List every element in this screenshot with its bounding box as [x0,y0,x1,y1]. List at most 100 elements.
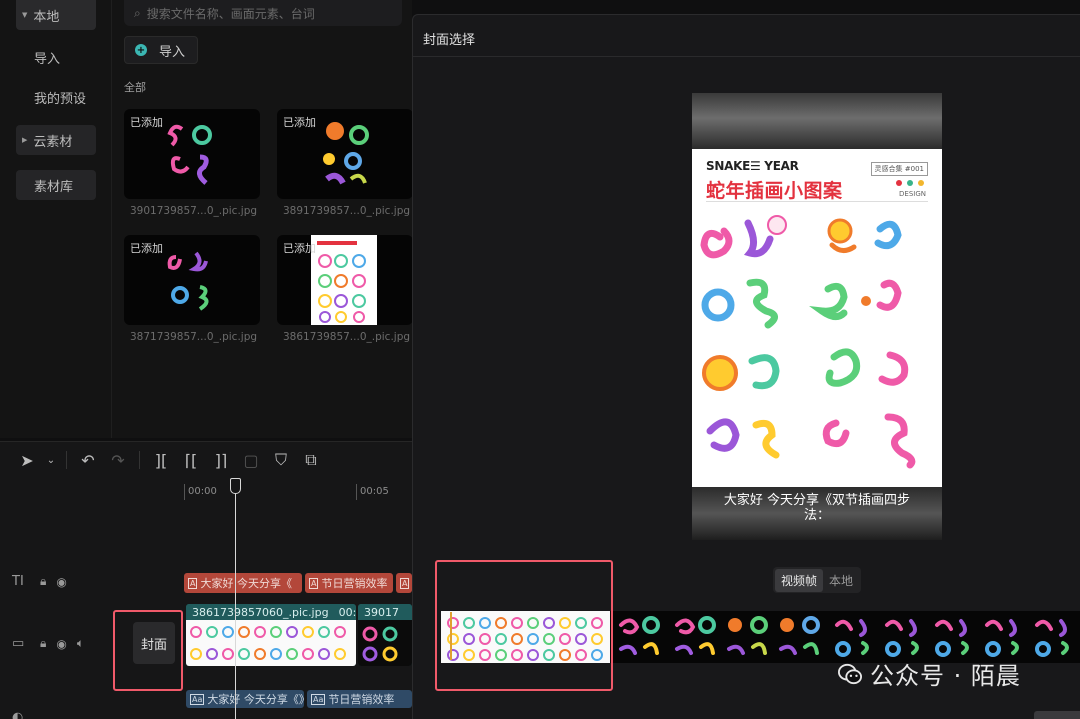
toolbar-divider [66,451,67,469]
video-clip-label: 39017 [364,605,399,619]
subtitle-clip-label: 节日营销效率 [328,693,395,706]
poster-title: 蛇年插画小图案 [706,180,843,202]
caret-down-icon: ▼ [22,11,28,19]
text-clip-icon: A [309,577,319,589]
text-clip[interactable]: A 节日营销效率 [305,573,393,593]
text-clip-icon: A [188,577,198,589]
video-clip-header: 39017 [358,604,412,620]
dialog-divider [413,56,1080,57]
added-badge: 已添加 [130,116,163,129]
select-pointer-icon[interactable]: ➤ [12,442,42,478]
preview-caption: 大家好 今天分享《双节插画四步法： [723,493,911,523]
delete-icon[interactable]: ▢ [236,442,266,478]
ruler-time-5: 00:05 [360,486,389,497]
subtitle-clip-icon: Aa [311,693,326,705]
added-badge: 已添加 [283,116,316,129]
time-ruler[interactable]: 00:00 00:05 [184,484,412,500]
text-track-controls: TI 🔒︎ ◉ [12,574,67,589]
subtitle-clip-icon: Aa [190,693,205,705]
wechat-icon [838,663,862,684]
split-icon[interactable]: ][ [146,442,176,478]
subtitle-clip-label: 大家好 今天分享《》 [207,693,304,706]
highlight-box-frame [435,560,613,691]
media-thumb[interactable]: 已添加 [277,109,413,199]
video-clip[interactable]: 3861739857060_.pic.jpg 00:00 [186,604,356,666]
dialog-confirm-button[interactable] [1034,711,1080,719]
sidebar-item-label: 导入 [34,51,61,67]
frame-cursor[interactable] [450,612,452,660]
poster-color-dots [896,180,924,186]
sidebar-item-library[interactable]: 素材库 [16,170,96,200]
media-thumb-name: 3871739857...0_.pic.jpg [130,331,258,343]
split-right-icon[interactable]: ]⌉ [206,442,236,478]
video-clip[interactable]: 39017 [358,604,412,666]
toolbar-divider [139,451,140,469]
import-label: 导入 [159,44,186,60]
tab-local[interactable]: 本地 [823,569,859,592]
audio-track-controls: ◐ [12,710,30,719]
sidebar-item-label: 素材库 [34,179,74,195]
lock-icon[interactable]: 🔒︎ [40,574,46,589]
added-badge: 已添加 [130,242,163,255]
text-clip-icon: A [400,577,410,589]
sidebar-item-label: 我的预设 [34,91,87,107]
tab-video-frame[interactable]: 视频帧 [775,568,824,592]
split-left-icon[interactable]: ⌈[ [176,442,206,478]
sidebar-item-label: 本地 [33,9,60,25]
caret-right-icon: ▶ [22,136,28,144]
subtitle-clip[interactable]: Aa 大家好 今天分享《》 [186,690,304,708]
cover-source-tabs: 视频帧 本地 [773,567,862,593]
sidebar-item-local[interactable]: ▼ 本地 [16,0,96,30]
cover-select-dialog: 封面选择 SNAKE☰ YEAR 灵感合集 #001 蛇年插画小图案 DESIG… [412,14,1080,719]
poster-image: SNAKE☰ YEAR 灵感合集 #001 蛇年插画小图案 DESIGN [692,149,942,487]
playhead-line [235,480,236,719]
highlight-box-cover [113,610,183,691]
text-track-label: TI [12,574,24,589]
media-thumb-name: 3861739857...0_.pic.jpg [283,331,411,343]
speaker-icon[interactable]: 🔈︎ [77,636,84,651]
sidebar-item-my-presets[interactable]: 我的预设 [16,82,96,112]
text-clip[interactable]: A [396,573,412,593]
preview-sky-image [692,93,942,149]
text-clip-label: 大家好 今天分享《 [200,577,292,590]
media-thumb-name: 3901739857...0_.pic.jpg [130,205,258,217]
search-icon: ⌕ [134,5,141,20]
media-thumb[interactable]: 已添加 [124,235,260,325]
media-thumb[interactable]: 已添加 [124,109,260,199]
lock-icon[interactable]: 🔒︎ [40,636,46,651]
eye-icon[interactable]: ◉ [56,575,66,589]
wechat-watermark: 公众号 · 陌晨 [838,656,1021,691]
section-all-label: 全部 [124,81,146,94]
crop-icon[interactable]: ⧉ [296,442,326,478]
left-sidebar: ▼ 本地 导入 我的预设 ▶ 云素材 素材库 [0,0,112,438]
search-input[interactable]: ⌕ 搜索文件名称、画面元素、台词 [124,0,402,26]
media-thumb[interactable]: 已添加 [277,235,413,325]
sidebar-item-cloud[interactable]: ▶ 云素材 [16,125,96,155]
text-clip[interactable]: A 大家好 今天分享《 [184,573,302,593]
video-clip-header: 3861739857060_.pic.jpg 00:00 [186,604,356,620]
poster-rule [706,201,928,202]
watermark-text: 公众号 · 陌晨 [870,662,1021,690]
video-clip-frames [358,620,412,666]
media-thumb-name: 3891739857...0_.pic.jpg [283,205,411,217]
timeline-toolbar: ➤ ⌄ ↶ ↷ ][ ⌈[ ]⌉ ▢ ⛉ ⧉ [0,442,412,478]
sidebar-item-import[interactable]: 导入 [16,42,96,72]
media-panel: ⌕ 搜索文件名称、画面元素、台词 + 导入 全部 已添加 3901739857.… [112,0,413,438]
undo-icon[interactable]: ↶ [73,442,103,478]
video-track-icon: ▭ [12,636,25,651]
added-badge: 已添加 [283,242,316,255]
video-track-controls: ▭ 🔒︎ ◉ 🔈︎ [12,636,84,651]
chevron-down-icon[interactable]: ⌄ [42,442,60,478]
poster-snake-year: SNAKE☰ YEAR [706,159,799,173]
audio-track-icon: ◐ [12,710,24,719]
ruler-time-0: 00:00 [188,486,217,497]
subtitle-clip[interactable]: Aa 节日营销效率 [307,690,412,708]
search-placeholder: 搜索文件名称、画面元素、台词 [146,6,315,21]
eye-icon[interactable]: ◉ [56,637,66,651]
text-clip-label: 节日营销效率 [321,577,388,590]
redo-icon[interactable]: ↷ [103,442,133,478]
poster-tag: 灵感合集 #001 [870,162,928,176]
playhead-handle[interactable] [230,478,241,494]
shield-icon[interactable]: ⛉ [266,442,296,478]
import-button[interactable]: + 导入 [124,36,198,64]
